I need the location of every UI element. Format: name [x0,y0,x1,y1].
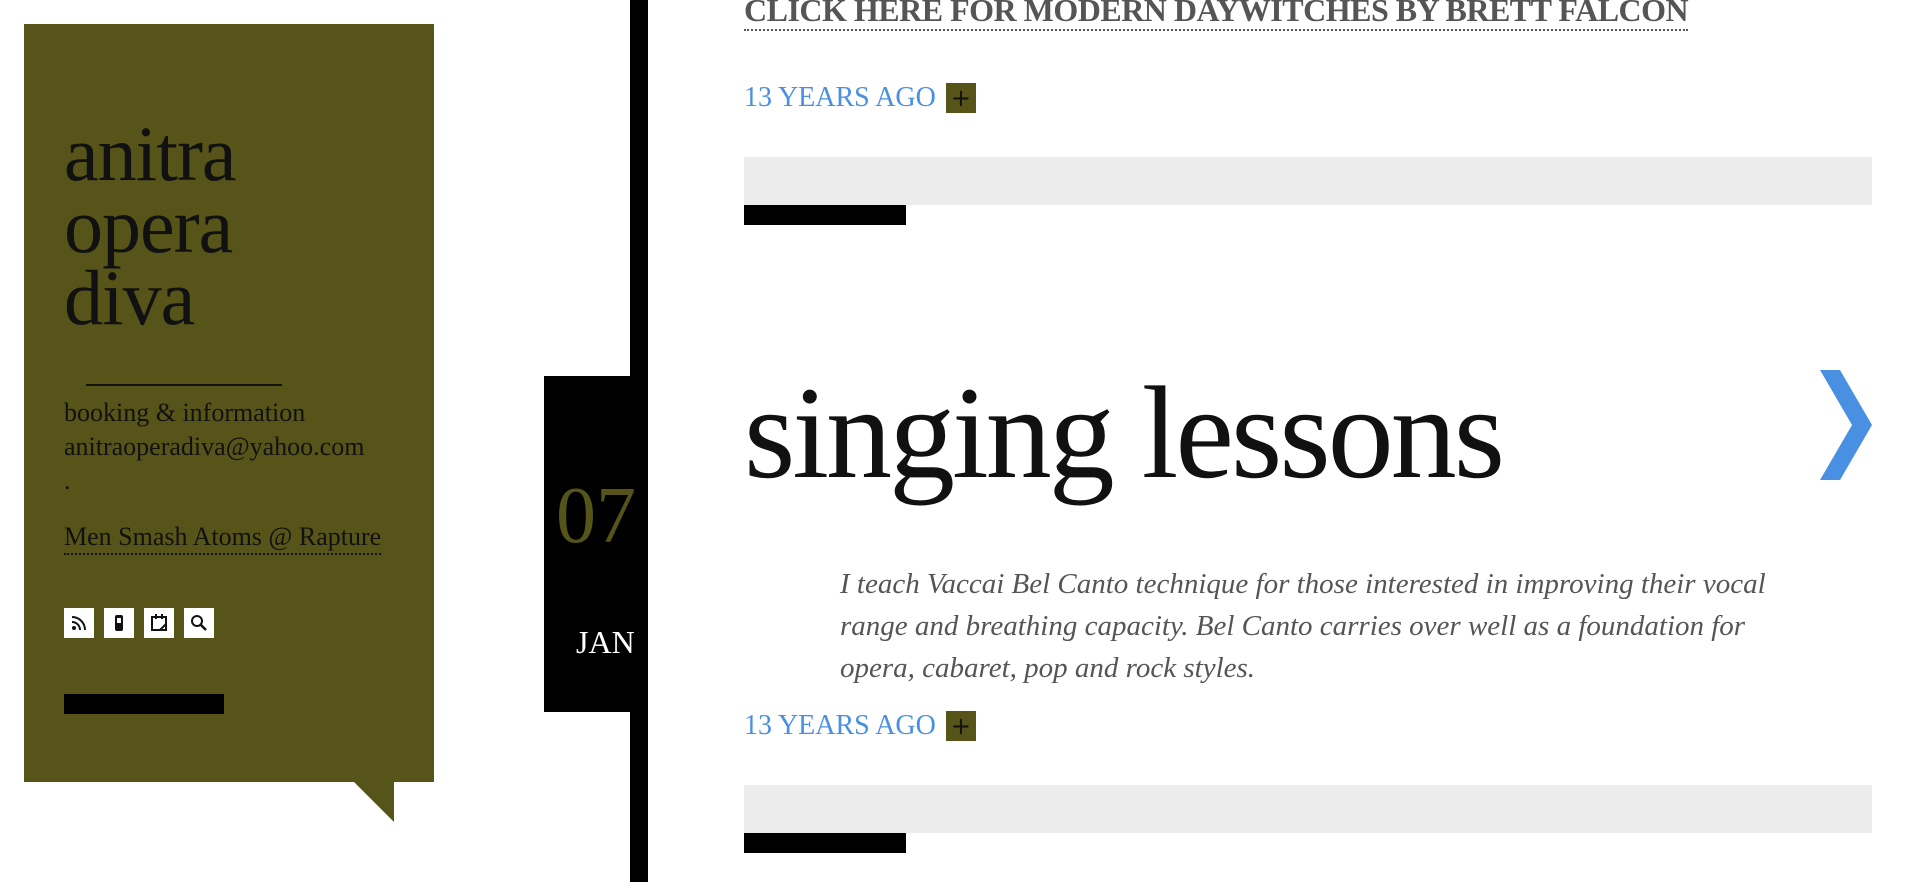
booking-email[interactable]: anitraoperadiva@yahoo.com [64,430,364,464]
booking-dot: . [64,466,71,495]
booking-label: booking & information [64,398,306,427]
site-logo[interactable]: anitra opera diva [64,110,237,341]
logo-line-2: opera [64,182,233,269]
post-time[interactable]: 13 YEARS AGO [744,710,936,742]
post-footer-bar [744,157,1872,205]
rss-icon[interactable] [64,608,94,638]
date-month: JAN [576,624,635,660]
booking-info: booking & information anitraoperadiva@ya… [64,396,364,498]
sidebar-bar [64,694,224,714]
expand-button[interactable]: + [945,83,976,113]
logo-line-3: diva [64,254,195,341]
sidebar: anitra opera diva booking & information … [24,24,434,782]
date-day: 07 [556,472,636,560]
post-divider-bar [744,833,906,853]
divider [86,384,282,386]
post-divider-bar [744,205,906,225]
expand-button[interactable]: + [945,711,976,741]
post-meta-top: 13 YEARS AGO + [744,82,976,114]
sidebar-tail [354,782,394,822]
rapture-link[interactable]: Men Smash Atoms @ Rapture [64,522,382,555]
phone-icon[interactable] [104,608,134,638]
next-arrow-icon[interactable] [1820,370,1872,480]
post-footer-bar [744,785,1872,833]
modern-daywitches-link[interactable]: CLICK HERE FOR MODERN DAYWITCHES BY BRET… [744,0,1689,31]
post-body: I teach Vaccai Bel Canto technique for t… [840,568,1766,684]
calendar-icon[interactable] [144,608,174,638]
social-icons [64,608,214,638]
logo-line-1: anitra [64,110,237,197]
search-icon[interactable] [184,608,214,638]
post-meta-bottom: 13 YEARS AGO + [744,710,976,742]
post-time[interactable]: 13 YEARS AGO [744,82,936,114]
post-title[interactable]: singing lessons [744,356,1505,509]
timeline-line [630,0,648,882]
